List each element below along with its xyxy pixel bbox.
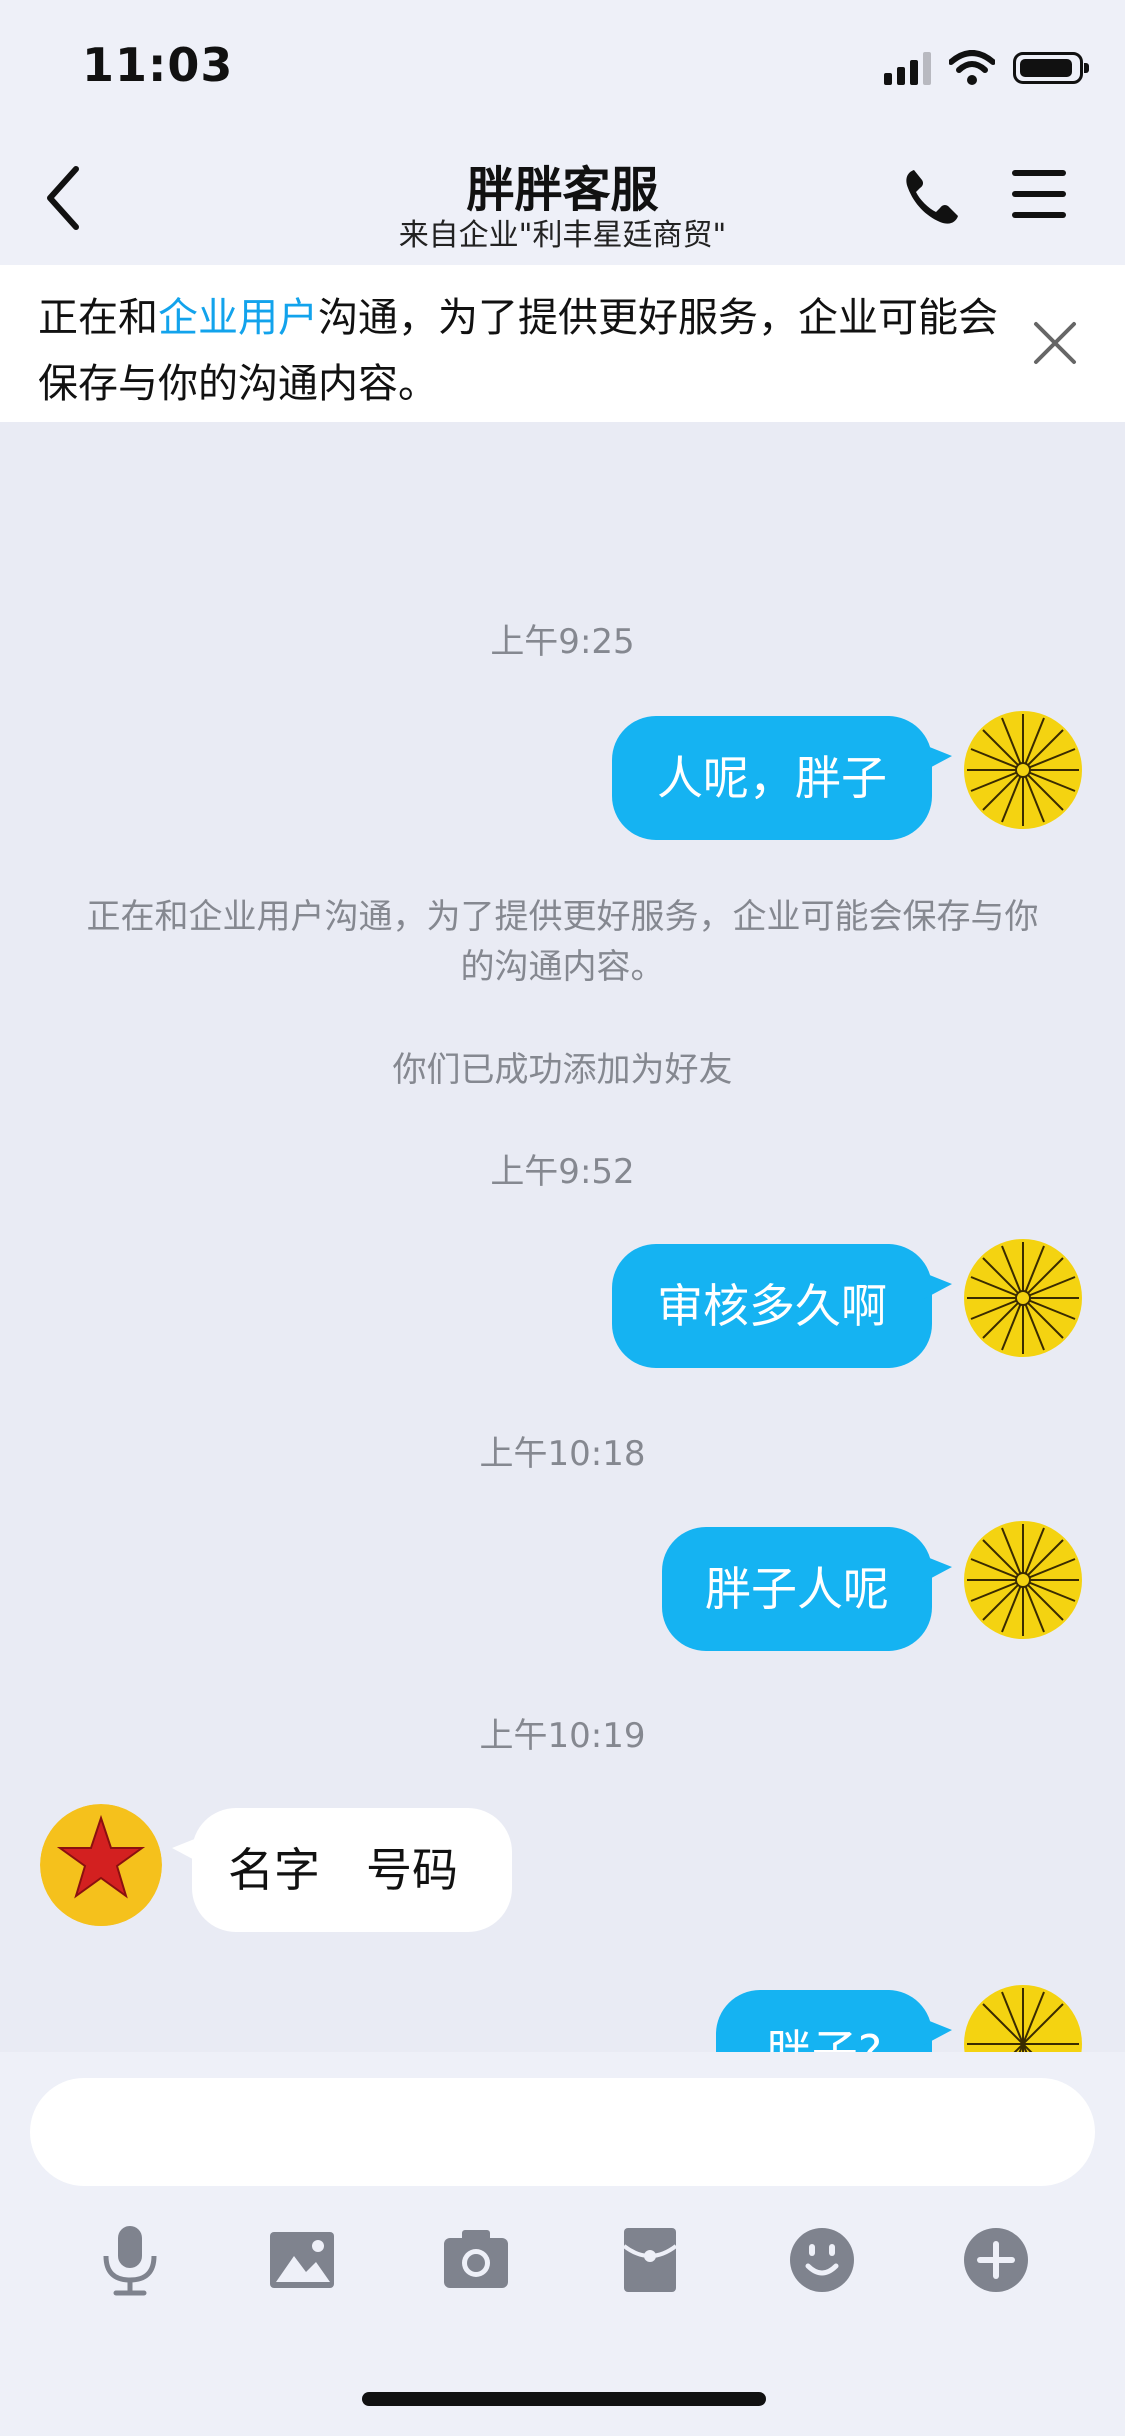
phone-call-icon[interactable] xyxy=(900,164,964,228)
message-bubble-outgoing[interactable]: 人呢，胖子 xyxy=(612,716,952,840)
user-avatar[interactable] xyxy=(963,1984,1083,2052)
cellular-signal-icon xyxy=(884,51,931,85)
red-packet-icon[interactable] xyxy=(610,2220,690,2300)
top-bar: 11:03 胖胖客服 来自企业"利丰星廷商贸" xyxy=(0,0,1125,265)
image-icon[interactable] xyxy=(262,2220,342,2300)
timestamp: 上午9:52 xyxy=(490,1152,635,1192)
camera-icon[interactable] xyxy=(436,2220,516,2300)
message-bubble-outgoing[interactable]: 胖子? xyxy=(716,1990,952,2052)
partial-message-row: 胖子? xyxy=(0,1980,1125,2052)
system-friend-added: 你们已成功添加为好友 xyxy=(392,1050,733,1090)
user-avatar[interactable] xyxy=(963,1238,1083,1358)
home-indicator[interactable] xyxy=(362,2392,766,2406)
contact-avatar-image xyxy=(40,1804,162,1926)
system-notice: 正在和企业用户沟通，为了提供更好服务，企业可能会保存与你的沟通内容。 xyxy=(86,897,1039,987)
wifi-icon xyxy=(949,50,995,85)
message-bubble-incoming[interactable]: 名字 号码 xyxy=(172,1808,512,1932)
close-icon[interactable] xyxy=(1030,318,1080,368)
timestamp: 上午10:19 xyxy=(479,1716,646,1756)
status-time: 11:03 xyxy=(82,38,234,92)
status-icons xyxy=(884,48,1089,88)
emoji-icon[interactable] xyxy=(782,2220,862,2300)
timestamp: 上午9:25 xyxy=(490,622,635,662)
notice-text: 正在和企业用户沟通，为了提供更好服务，企业可能会保存与你的沟通内容。 xyxy=(38,285,998,417)
battery-icon xyxy=(1013,52,1089,84)
message-bubble-outgoing[interactable]: 审核多久啊 xyxy=(612,1244,952,1368)
microphone-icon[interactable] xyxy=(90,2220,170,2300)
plus-icon[interactable] xyxy=(956,2220,1036,2300)
user-avatar[interactable] xyxy=(963,710,1083,830)
notice-prefix: 正在和 xyxy=(38,295,158,341)
message-bubble-outgoing[interactable]: 胖子人呢 xyxy=(662,1527,952,1651)
timestamp: 上午10:18 xyxy=(479,1434,646,1474)
contact-avatar[interactable] xyxy=(40,1804,162,1926)
notice-highlight-link[interactable]: 企业用户 xyxy=(158,295,318,341)
message-input[interactable] xyxy=(30,2078,1095,2186)
user-avatar[interactable] xyxy=(963,1520,1083,1640)
input-area xyxy=(0,2052,1125,2436)
notice-banner: 正在和企业用户沟通，为了提供更好服务，企业可能会保存与你的沟通内容。 xyxy=(0,265,1125,422)
menu-icon[interactable] xyxy=(1012,170,1066,224)
